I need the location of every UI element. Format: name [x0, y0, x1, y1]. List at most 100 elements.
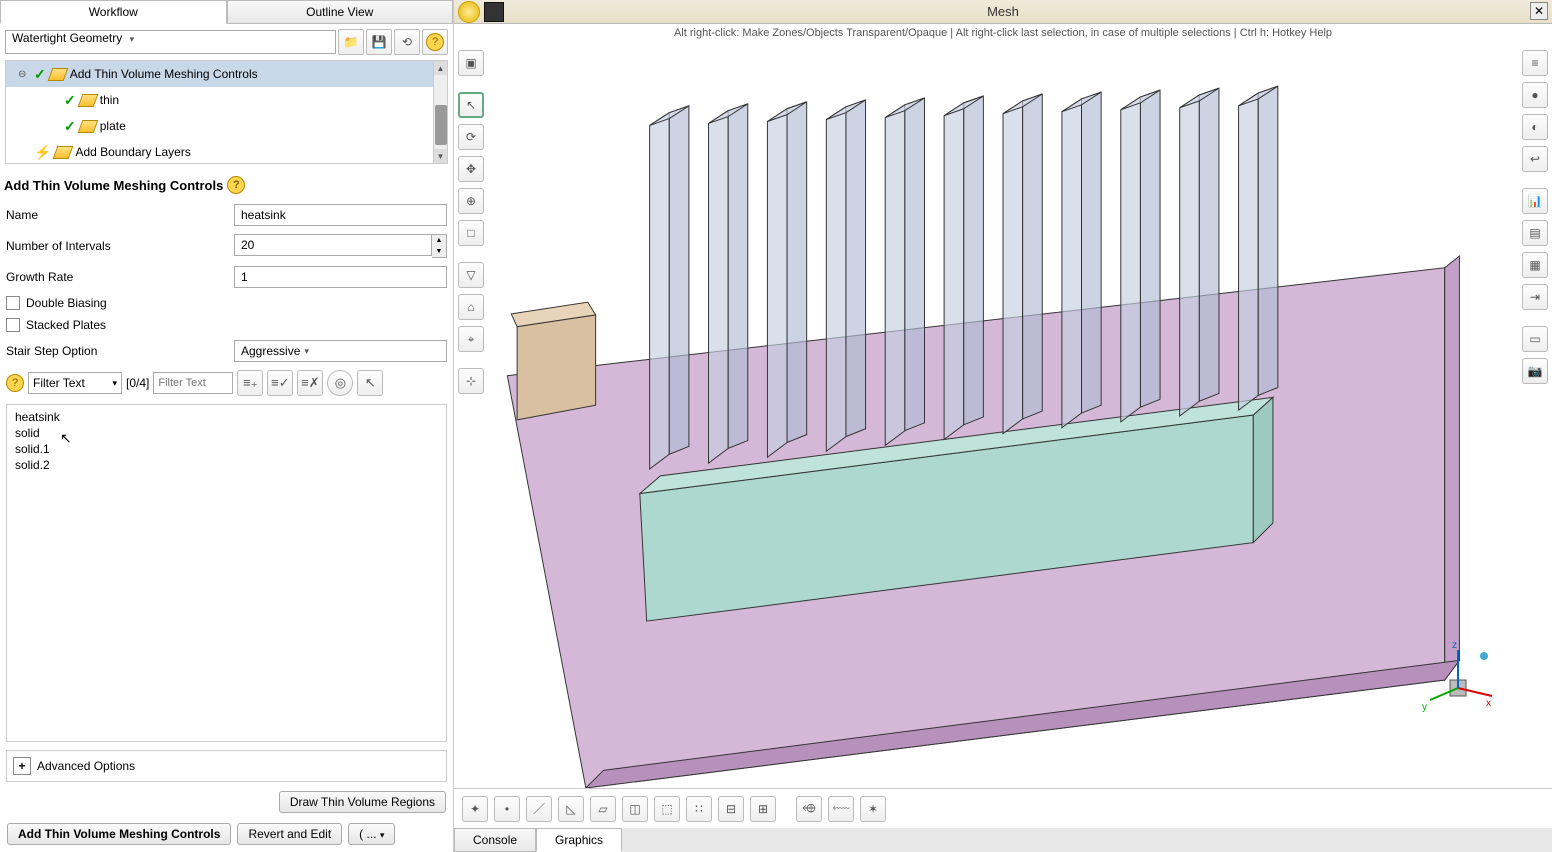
- double-biasing-label: Double Biasing: [26, 296, 107, 310]
- axis-y-label: y: [1422, 702, 1427, 713]
- stacked-plates-row[interactable]: Stacked Plates: [0, 314, 453, 336]
- filter-help-icon[interactable]: ?: [6, 374, 24, 392]
- more-actions-button[interactable]: ( ...: [348, 823, 395, 845]
- tab-console[interactable]: Console: [454, 828, 536, 852]
- object-list[interactable]: heatsinksolidsolid.1solid.2: [6, 404, 447, 742]
- rside-btn-7[interactable]: ▦: [1522, 252, 1548, 278]
- tree-scrollbar[interactable]: ▲ ▼: [433, 61, 447, 163]
- tri-tool-button[interactable]: ▽: [458, 262, 484, 288]
- filter-mode-select[interactable]: Filter Text▾: [28, 372, 122, 394]
- expand-icon[interactable]: +: [13, 757, 31, 775]
- btool-1[interactable]: ✦: [462, 796, 488, 822]
- folder-icon: 📁: [344, 35, 359, 49]
- intervals-row: Number of Intervals ▲▼: [0, 230, 453, 262]
- sphere-icon: ●: [1531, 88, 1538, 102]
- rside-btn-3[interactable]: ◐: [1522, 114, 1548, 140]
- add-controls-button[interactable]: Add Thin Volume Meshing Controls: [7, 823, 231, 845]
- help-button[interactable]: ?: [422, 29, 448, 55]
- tab-workflow[interactable]: Workflow: [0, 0, 227, 24]
- rside-btn-8[interactable]: ⇥: [1522, 284, 1548, 310]
- open-button[interactable]: 📁: [338, 29, 364, 55]
- box-tool-button[interactable]: ▣: [458, 50, 484, 76]
- scroll-up-icon[interactable]: ▲: [434, 61, 447, 75]
- rside-btn-9[interactable]: ▭: [1522, 326, 1548, 352]
- btool-4[interactable]: ◺: [558, 796, 584, 822]
- fit-b-button[interactable]: ⌖: [458, 326, 484, 352]
- workflow-type-select[interactable]: Watertight Geometry: [5, 30, 336, 54]
- tab-graphics[interactable]: Graphics: [536, 828, 622, 852]
- btool-5[interactable]: ▱: [590, 796, 616, 822]
- grid-icon: ▦: [1529, 258, 1540, 272]
- select-none-button[interactable]: ≡✗: [297, 370, 323, 396]
- revert-edit-button[interactable]: Revert and Edit: [237, 823, 342, 845]
- hint-bar: Alt right-click: Make Zones/Objects Tran…: [454, 24, 1552, 42]
- mesh-title: Mesh: [987, 4, 1019, 19]
- name-input[interactable]: [234, 204, 447, 226]
- tree-item[interactable]: ⊖✓Add Thin Volume Meshing Controls: [6, 61, 447, 87]
- select-all-button[interactable]: ≡✓: [267, 370, 293, 396]
- rside-btn-4[interactable]: ↩: [1522, 146, 1548, 172]
- close-button[interactable]: ✕: [1530, 2, 1548, 20]
- pan-button[interactable]: ✥: [458, 156, 484, 182]
- btool-12[interactable]: ⬳: [828, 796, 854, 822]
- reset-button[interactable]: ⟲: [394, 29, 420, 55]
- stacked-plates-checkbox[interactable]: [6, 318, 20, 332]
- btool-9[interactable]: ⊟: [718, 796, 744, 822]
- double-biasing-checkbox[interactable]: [6, 296, 20, 310]
- viewport[interactable]: ▣ ↖ ⟳ ✥ ⊕ □ ▽ ⌂ ⌖ ⊹ ≡ ● ◐ ↩ 📊 ▤ ▦ ⇥ ▭ �: [454, 42, 1552, 788]
- scroll-down-icon[interactable]: ▼: [434, 149, 447, 163]
- intervals-spinner[interactable]: ▲▼: [432, 234, 447, 258]
- scroll-thumb[interactable]: [435, 105, 447, 145]
- tree-item[interactable]: ⚡ Add Boundary Layers: [6, 139, 447, 164]
- rotate-button[interactable]: ⟳: [458, 124, 484, 150]
- rside-btn-10[interactable]: 📷: [1522, 358, 1548, 384]
- bottom-tabs: Console Graphics: [454, 828, 1552, 852]
- section-help-icon[interactable]: ?: [227, 176, 245, 194]
- rside-btn-2[interactable]: ●: [1522, 82, 1548, 108]
- btool-7[interactable]: ⬚: [654, 796, 680, 822]
- tab-outline-view[interactable]: Outline View: [227, 0, 454, 24]
- task-tree[interactable]: ⊖✓Add Thin Volume Meshing Controls✓thin✓…: [5, 60, 448, 164]
- btool-3[interactable]: ／: [526, 796, 552, 822]
- zoom-in-button[interactable]: ⊕: [458, 188, 484, 214]
- layers-icon: [53, 146, 74, 159]
- lightning-icon: ⚡: [34, 144, 51, 161]
- filter-text-input[interactable]: [153, 372, 233, 394]
- list-item[interactable]: solid.2: [7, 457, 446, 473]
- btool-10[interactable]: ⊞: [750, 796, 776, 822]
- rside-btn-6[interactable]: ▤: [1522, 220, 1548, 246]
- axis-icon: ⊹: [466, 374, 476, 388]
- btool-11[interactable]: ⬲: [796, 796, 822, 822]
- list-item[interactable]: solid.1: [7, 441, 446, 457]
- draw-thin-volume-button[interactable]: Draw Thin Volume Regions: [279, 791, 446, 813]
- select-ring-button[interactable]: ◎: [327, 370, 353, 396]
- rside-btn-5[interactable]: 📊: [1522, 188, 1548, 214]
- axis-tool-button[interactable]: ⊹: [458, 368, 484, 394]
- btool-13[interactable]: ✶: [860, 796, 886, 822]
- orientation-triad[interactable]: x y z: [1422, 638, 1502, 718]
- btool-6[interactable]: ◫: [622, 796, 648, 822]
- btool-2[interactable]: •: [494, 796, 520, 822]
- btool-8[interactable]: ∷: [686, 796, 712, 822]
- chart-icon: 📊: [1528, 194, 1543, 208]
- tree-item[interactable]: ✓plate: [6, 113, 447, 139]
- tree-item-label: Add Boundary Layers: [75, 145, 190, 159]
- list-item[interactable]: solid: [7, 425, 446, 441]
- save-button[interactable]: 💾: [366, 29, 392, 55]
- tree-item[interactable]: ✓thin: [6, 87, 447, 113]
- zoom-fit-button[interactable]: □: [458, 220, 484, 246]
- rside-btn-1[interactable]: ≡: [1522, 50, 1548, 76]
- reset-icon: ⟲: [402, 35, 412, 49]
- left-panel: Workflow Outline View Watertight Geometr…: [0, 0, 454, 852]
- stairstep-select[interactable]: Aggressive: [234, 340, 447, 362]
- fit-a-button[interactable]: ⌂: [458, 294, 484, 320]
- growth-input[interactable]: [234, 266, 447, 288]
- list-item[interactable]: heatsink: [7, 409, 446, 425]
- intervals-input[interactable]: [234, 234, 432, 256]
- btool-9-icon: ⊟: [726, 802, 736, 816]
- rows-icon: ▤: [1529, 226, 1540, 240]
- advanced-options-row[interactable]: + Advanced Options: [6, 750, 447, 782]
- select-pick-button[interactable]: ↖: [357, 370, 383, 396]
- select-toggle-a-button[interactable]: ≡₊: [237, 370, 263, 396]
- double-biasing-row[interactable]: Double Biasing: [0, 292, 453, 314]
